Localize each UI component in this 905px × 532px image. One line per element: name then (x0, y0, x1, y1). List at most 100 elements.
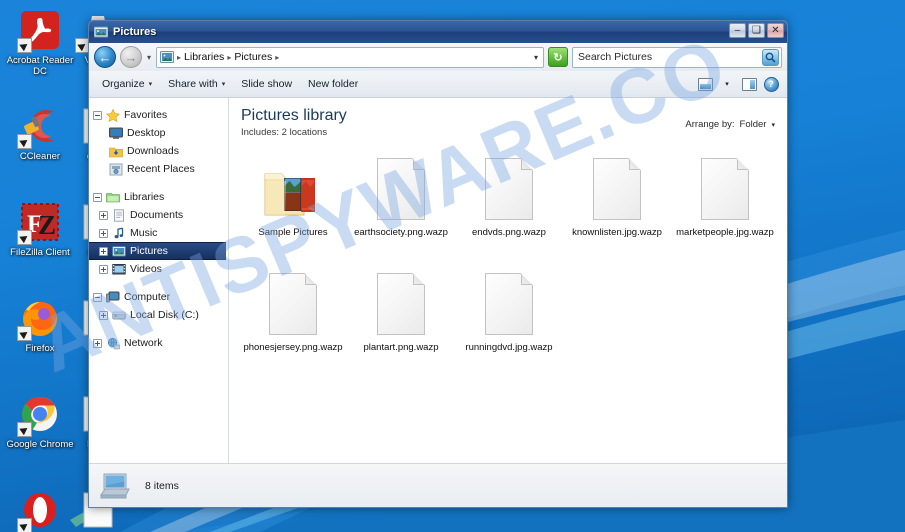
arrange-by-label: Arrange by: (685, 119, 735, 130)
new-folder-button[interactable]: New folder (301, 75, 365, 93)
list-item[interactable]: marketpeople.jpg.wazp (671, 150, 779, 265)
sidebar-item-label: Local Disk (C:) (130, 309, 199, 321)
chevron-down-icon: ▾ (221, 81, 226, 88)
chevron-down-icon: ▾ (148, 81, 153, 88)
collapse-expander-icon[interactable] (93, 292, 102, 302)
minimize-button[interactable]: – (729, 23, 746, 38)
shortcut-arrow-icon (17, 230, 32, 245)
navigation-pane: Favorites Desktop Downloads Recent Place… (89, 98, 229, 463)
breadcrumb-item-pictures[interactable]: Pictures (234, 51, 272, 63)
filezilla-icon: F Z (17, 200, 62, 245)
expand-expander-icon[interactable] (99, 264, 108, 274)
list-item[interactable]: earthsociety.png.wazp (347, 150, 455, 265)
collapse-expander-icon[interactable] (93, 192, 102, 202)
search-icon[interactable] (762, 48, 779, 66)
close-button[interactable]: ✕ (767, 23, 784, 38)
sidebar-item-local-disk-c[interactable]: Local Disk (C:) (89, 306, 228, 324)
list-item-label: Sample Pictures (258, 227, 328, 238)
collapse-expander-icon[interactable] (93, 110, 102, 120)
chevron-down-icon: ▾ (725, 81, 729, 88)
back-arrow-icon[interactable]: ← (94, 46, 116, 68)
list-item[interactable]: plantart.png.wazp (347, 265, 455, 380)
change-view-caret[interactable]: ▾ (717, 75, 737, 94)
window-title: Pictures (113, 26, 157, 38)
sidebar-item-pictures[interactable]: Pictures (89, 242, 226, 260)
page-title: Pictures library (241, 107, 347, 124)
sidebar-item-computer[interactable]: Computer (89, 288, 228, 306)
sidebar-item-network[interactable]: Network (89, 334, 228, 352)
sidebar-item-label: Pictures (130, 245, 168, 257)
help-icon: ? (763, 76, 779, 92)
chevron-down-icon: ▾ (771, 121, 775, 129)
breadcrumb-separator: ▸ (177, 52, 182, 62)
arrange-by-control[interactable]: Arrange by: Folder ▾ (685, 106, 775, 130)
chrome-icon (17, 392, 62, 437)
sidebar-item-favorites[interactable]: Favorites (89, 106, 228, 124)
breadcrumb-item-libraries[interactable]: Libraries (184, 51, 224, 63)
list-item[interactable]: phonesjersey.png.wazp (239, 265, 347, 380)
firefox-icon (17, 296, 62, 341)
generic-file-icon (478, 269, 540, 339)
generic-file-icon (370, 154, 432, 224)
help-button[interactable]: ? (761, 75, 781, 94)
show-preview-pane-button[interactable] (739, 75, 759, 94)
window-titlebar[interactable]: Pictures – ❑ ✕ (89, 21, 787, 43)
preview-pane-icon (697, 77, 713, 91)
layout-pane-icon (741, 77, 757, 91)
list-item[interactable]: runningdvd.jpg.wazp (455, 265, 563, 380)
status-bar: 8 items (89, 463, 787, 507)
sidebar-item-documents[interactable]: Documents (89, 206, 228, 224)
maximize-button[interactable]: ❑ (748, 23, 765, 38)
expand-expander-icon[interactable] (99, 310, 108, 320)
search-input[interactable]: Search Pictures (572, 46, 782, 68)
command-bar: Organize ▾ Share with ▾ Slide show New f… (89, 71, 787, 98)
list-item-label: earthsociety.png.wazp (354, 227, 448, 238)
list-item-label: endvds.png.wazp (472, 227, 546, 238)
sidebar-item-label: Videos (130, 263, 162, 275)
sidebar-item-videos[interactable]: Videos (89, 260, 228, 278)
nav-group-favorites: Favorites Desktop Downloads Recent Place… (89, 106, 228, 178)
shortcut-arrow-icon (17, 38, 32, 53)
window-controls: – ❑ ✕ (729, 23, 784, 38)
desktop-icon (109, 127, 123, 140)
slide-show-button[interactable]: Slide show (234, 75, 299, 93)
breadcrumb-dropdown-caret-icon[interactable]: ▾ (534, 53, 540, 62)
acrobat-reader-icon (17, 8, 62, 53)
organize-button[interactable]: Organize ▾ (95, 75, 159, 93)
breadcrumb[interactable]: ▸ Libraries ▸ Pictures ▸ ▾ (156, 46, 544, 68)
sidebar-item-libraries[interactable]: Libraries (89, 188, 228, 206)
nav-group-network: Network (89, 334, 228, 352)
generic-file-icon (478, 154, 540, 224)
sidebar-item-label: Documents (130, 209, 184, 221)
list-item[interactable]: knownlisten.jpg.wazp (563, 150, 671, 265)
generic-file-icon (694, 154, 756, 224)
pictures-icon (112, 245, 126, 258)
expand-expander-icon[interactable] (99, 246, 108, 256)
sidebar-item-downloads[interactable]: Downloads (89, 142, 228, 160)
expand-expander-icon[interactable] (99, 210, 108, 220)
computer-status-icon (99, 471, 133, 501)
list-item-label: phonesjersey.png.wazp (243, 342, 343, 353)
sidebar-item-label: Music (130, 227, 158, 239)
expand-expander-icon[interactable] (93, 338, 102, 348)
sidebar-item-music[interactable]: Music (89, 224, 228, 242)
recent-pages-caret-icon[interactable]: ▾ (146, 53, 152, 62)
list-item[interactable]: Sample Pictures (239, 150, 347, 265)
sidebar-item-label: Computer (124, 291, 171, 303)
libraries-icon (106, 191, 120, 204)
expand-expander-icon[interactable] (99, 228, 108, 238)
organize-label: Organize (102, 78, 145, 90)
search-input-value[interactable]: Search Pictures (578, 51, 762, 63)
change-view-button[interactable] (695, 75, 715, 94)
sidebar-item-recent-places[interactable]: Recent Places (89, 160, 228, 178)
share-with-button[interactable]: Share with ▾ (161, 75, 232, 93)
breadcrumb-separator: ▸ (227, 52, 232, 62)
forward-arrow-icon[interactable]: → (120, 46, 142, 68)
hard-disk-icon (112, 309, 126, 322)
list-item[interactable]: endvds.png.wazp (455, 150, 563, 265)
refresh-icon[interactable]: ↻ (548, 47, 568, 67)
arrange-by-value: Folder (739, 119, 767, 130)
shortcut-arrow-icon (17, 518, 32, 532)
sidebar-item-desktop[interactable]: Desktop (89, 124, 228, 142)
explorer-window: Pictures – ❑ ✕ ← → ▾ ▸ Libraries ▸ Pictu… (88, 20, 788, 508)
